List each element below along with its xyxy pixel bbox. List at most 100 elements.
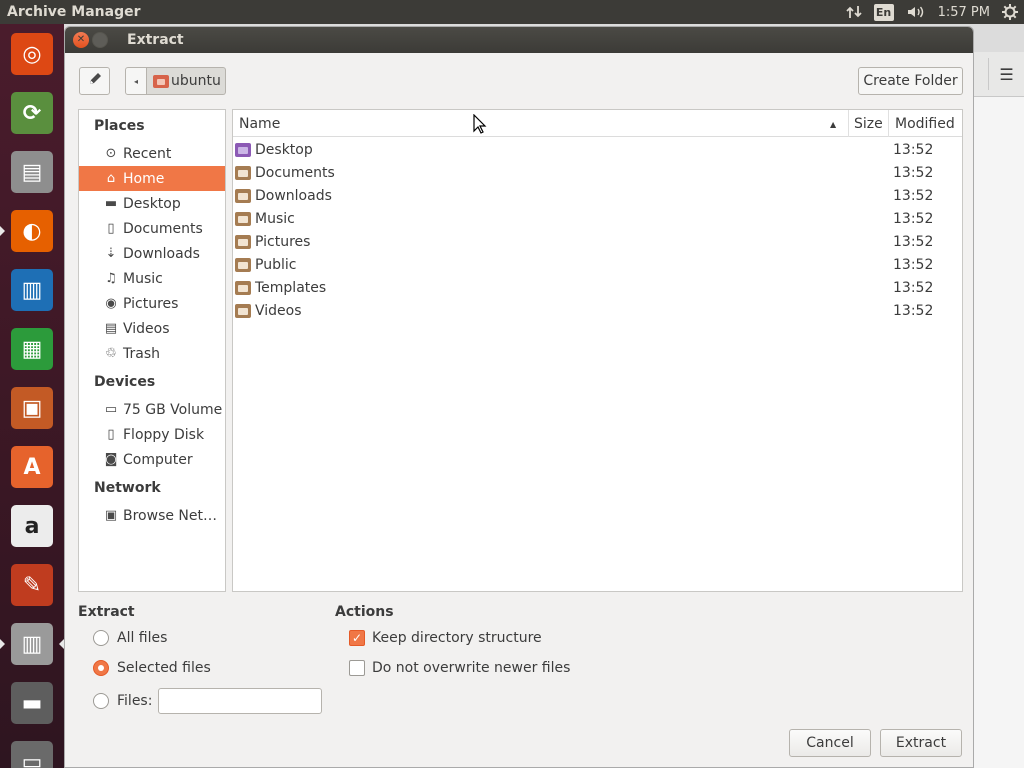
pencil-icon bbox=[87, 71, 103, 91]
folder-icon bbox=[235, 234, 251, 249]
system-settings-icon[interactable]: ✎ bbox=[6, 559, 58, 611]
sidebar-item-music[interactable]: ♫ Music bbox=[79, 266, 225, 291]
file-name: Videos bbox=[255, 302, 302, 319]
folder-icon bbox=[235, 280, 251, 295]
no-overwrite-checkbox[interactable]: Do not overwrite newer files bbox=[349, 658, 570, 678]
indicator-area: En 1:57 PM bbox=[845, 0, 1024, 24]
trash-glyph: ▭ bbox=[11, 741, 53, 768]
edit-location-button[interactable] bbox=[79, 67, 110, 95]
close-icon[interactable]: ✕ bbox=[73, 32, 89, 48]
amazon-icon[interactable]: a bbox=[6, 500, 58, 552]
sidebar-item-videos[interactable]: ▤ Videos bbox=[79, 316, 225, 341]
hamburger-menu-icon[interactable]: ☰ bbox=[988, 58, 1024, 90]
files-glyph: ▤ bbox=[11, 151, 53, 193]
path-crumb-home[interactable]: ubuntu bbox=[147, 67, 226, 95]
download-icon: ⇣ bbox=[105, 246, 117, 261]
file-name: Downloads bbox=[255, 187, 332, 204]
extract-heading: Extract bbox=[78, 604, 135, 620]
column-header-name[interactable]: Name bbox=[233, 110, 849, 137]
clock-icon: ⊙ bbox=[105, 146, 117, 161]
ubuntu-dash-icon[interactable]: ◎ bbox=[6, 28, 58, 80]
cancel-button[interactable]: Cancel bbox=[789, 729, 871, 757]
home-icon: ⌂ bbox=[106, 171, 116, 186]
file-name: Documents bbox=[255, 164, 335, 181]
network-transfer-icon[interactable] bbox=[845, 0, 862, 24]
folder-icon: ▬ bbox=[104, 196, 118, 211]
running-indicator bbox=[0, 226, 5, 236]
libreoffice-calc-icon[interactable]: ▦ bbox=[6, 323, 58, 375]
sidebar-item-label: Downloads bbox=[123, 245, 200, 262]
chevron-left-icon[interactable]: ◂ bbox=[125, 67, 147, 95]
volume-icon[interactable] bbox=[906, 0, 926, 24]
sidebar-item-volume[interactable]: ▭ 75 GB Volume bbox=[79, 397, 225, 422]
table-row[interactable]: Desktop 13:52 bbox=[233, 138, 962, 161]
extract-dialog: ✕ Extract ◂ ubuntu Create Folder Places … bbox=[64, 26, 974, 768]
table-row[interactable]: Pictures 13:52 bbox=[233, 230, 962, 253]
table-row[interactable]: Music 13:52 bbox=[233, 207, 962, 230]
column-header-modified[interactable]: Modified bbox=[889, 110, 962, 137]
desktop-folder-icon bbox=[235, 142, 251, 157]
extract-button[interactable]: Extract bbox=[880, 729, 962, 757]
computer-icon: ◙ bbox=[104, 452, 118, 467]
active-app-title: Archive Manager bbox=[7, 4, 141, 20]
sort-ascending-icon: ▲ bbox=[830, 120, 837, 129]
folder-icon bbox=[235, 211, 251, 226]
table-row[interactable]: Public 13:52 bbox=[233, 253, 962, 276]
firefox-icon[interactable]: ◐ bbox=[6, 205, 58, 257]
files-icon[interactable]: ▤ bbox=[6, 146, 58, 198]
create-folder-button[interactable]: Create Folder bbox=[858, 67, 963, 95]
table-row[interactable]: Videos 13:52 bbox=[233, 299, 962, 322]
sidebar-item-label: Floppy Disk bbox=[123, 426, 205, 443]
sidebar-item-pictures[interactable]: ◉ Pictures bbox=[79, 291, 225, 316]
sidebar-item-home[interactable]: ⌂ Home bbox=[79, 166, 225, 191]
column-header-size[interactable]: Size bbox=[849, 110, 889, 137]
sidebar-item-documents[interactable]: ▯ Documents bbox=[79, 216, 225, 241]
sidebar-item-label: Home bbox=[123, 170, 165, 187]
sidebar-item-downloads[interactable]: ⇣ Downloads bbox=[79, 241, 225, 266]
ubuntu-software-icon[interactable]: A bbox=[6, 441, 58, 493]
file-name: Templates bbox=[255, 279, 327, 296]
sidebar-item-desktop[interactable]: ▬ Desktop bbox=[79, 191, 225, 216]
libreoffice-impress-icon[interactable]: ▣ bbox=[6, 382, 58, 434]
libreoffice-writer-icon[interactable]: ▥ bbox=[6, 264, 58, 316]
network-heading: Network bbox=[94, 480, 161, 496]
gear-icon[interactable] bbox=[1002, 0, 1018, 24]
radio-button[interactable] bbox=[93, 693, 109, 709]
checkbox[interactable] bbox=[349, 660, 365, 676]
keyboard-language-indicator[interactable]: En bbox=[873, 3, 894, 21]
no-overwrite-label: Do not overwrite newer files bbox=[372, 660, 571, 676]
table-row[interactable]: Downloads 13:52 bbox=[233, 184, 962, 207]
sidebar-item-label: Desktop bbox=[123, 195, 181, 212]
keep-structure-checkbox[interactable]: ✓ Keep directory structure bbox=[349, 628, 542, 648]
files-pattern-input[interactable] bbox=[158, 688, 322, 714]
actions-heading: Actions bbox=[335, 604, 394, 620]
archive-manager-window: ☰ bbox=[974, 52, 1024, 768]
sidebar-item-browse-network[interactable]: ▣ Browse Net… bbox=[79, 503, 225, 528]
trash-icon[interactable]: ▭ bbox=[6, 736, 58, 768]
path-crumb-label: ubuntu bbox=[171, 73, 221, 89]
file-list[interactable]: Name ▲ Size Modified Desktop 13:52 Docum… bbox=[232, 109, 963, 592]
sidebar-item-computer[interactable]: ◙ Computer bbox=[79, 447, 225, 472]
maximize-icon[interactable] bbox=[92, 32, 108, 48]
sidebar-item-trash[interactable]: ♲ Trash bbox=[79, 341, 225, 366]
checkbox[interactable]: ✓ bbox=[349, 630, 365, 646]
drive-icon: ▭ bbox=[104, 402, 118, 417]
radio-button[interactable] bbox=[93, 630, 109, 646]
all-files-radio[interactable]: All files bbox=[93, 628, 167, 648]
selected-files-radio[interactable]: Selected files bbox=[93, 658, 211, 678]
radio-button[interactable] bbox=[93, 660, 109, 676]
ubuntu-software-glyph: A bbox=[11, 446, 53, 488]
system-settings-glyph: ✎ bbox=[11, 564, 53, 606]
clock[interactable]: 1:57 PM bbox=[938, 0, 990, 24]
sidebar-item-label: Browse Net… bbox=[123, 507, 218, 524]
archive-manager-icon[interactable]: ▥ bbox=[6, 618, 58, 670]
libreoffice-calc-glyph: ▦ bbox=[11, 328, 53, 370]
table-row[interactable]: Documents 13:52 bbox=[233, 161, 962, 184]
sidebar-item-floppy[interactable]: ▯ Floppy Disk bbox=[79, 422, 225, 447]
save-disk-icon[interactable]: ▬ bbox=[6, 677, 58, 729]
file-modified: 13:52 bbox=[893, 141, 934, 158]
sidebar-item-recent[interactable]: ⊙ Recent bbox=[79, 141, 225, 166]
files-radio[interactable]: Files: bbox=[93, 691, 152, 711]
table-row[interactable]: Templates 13:52 bbox=[233, 276, 962, 299]
software-updater-icon[interactable]: ⟳ bbox=[6, 87, 58, 139]
